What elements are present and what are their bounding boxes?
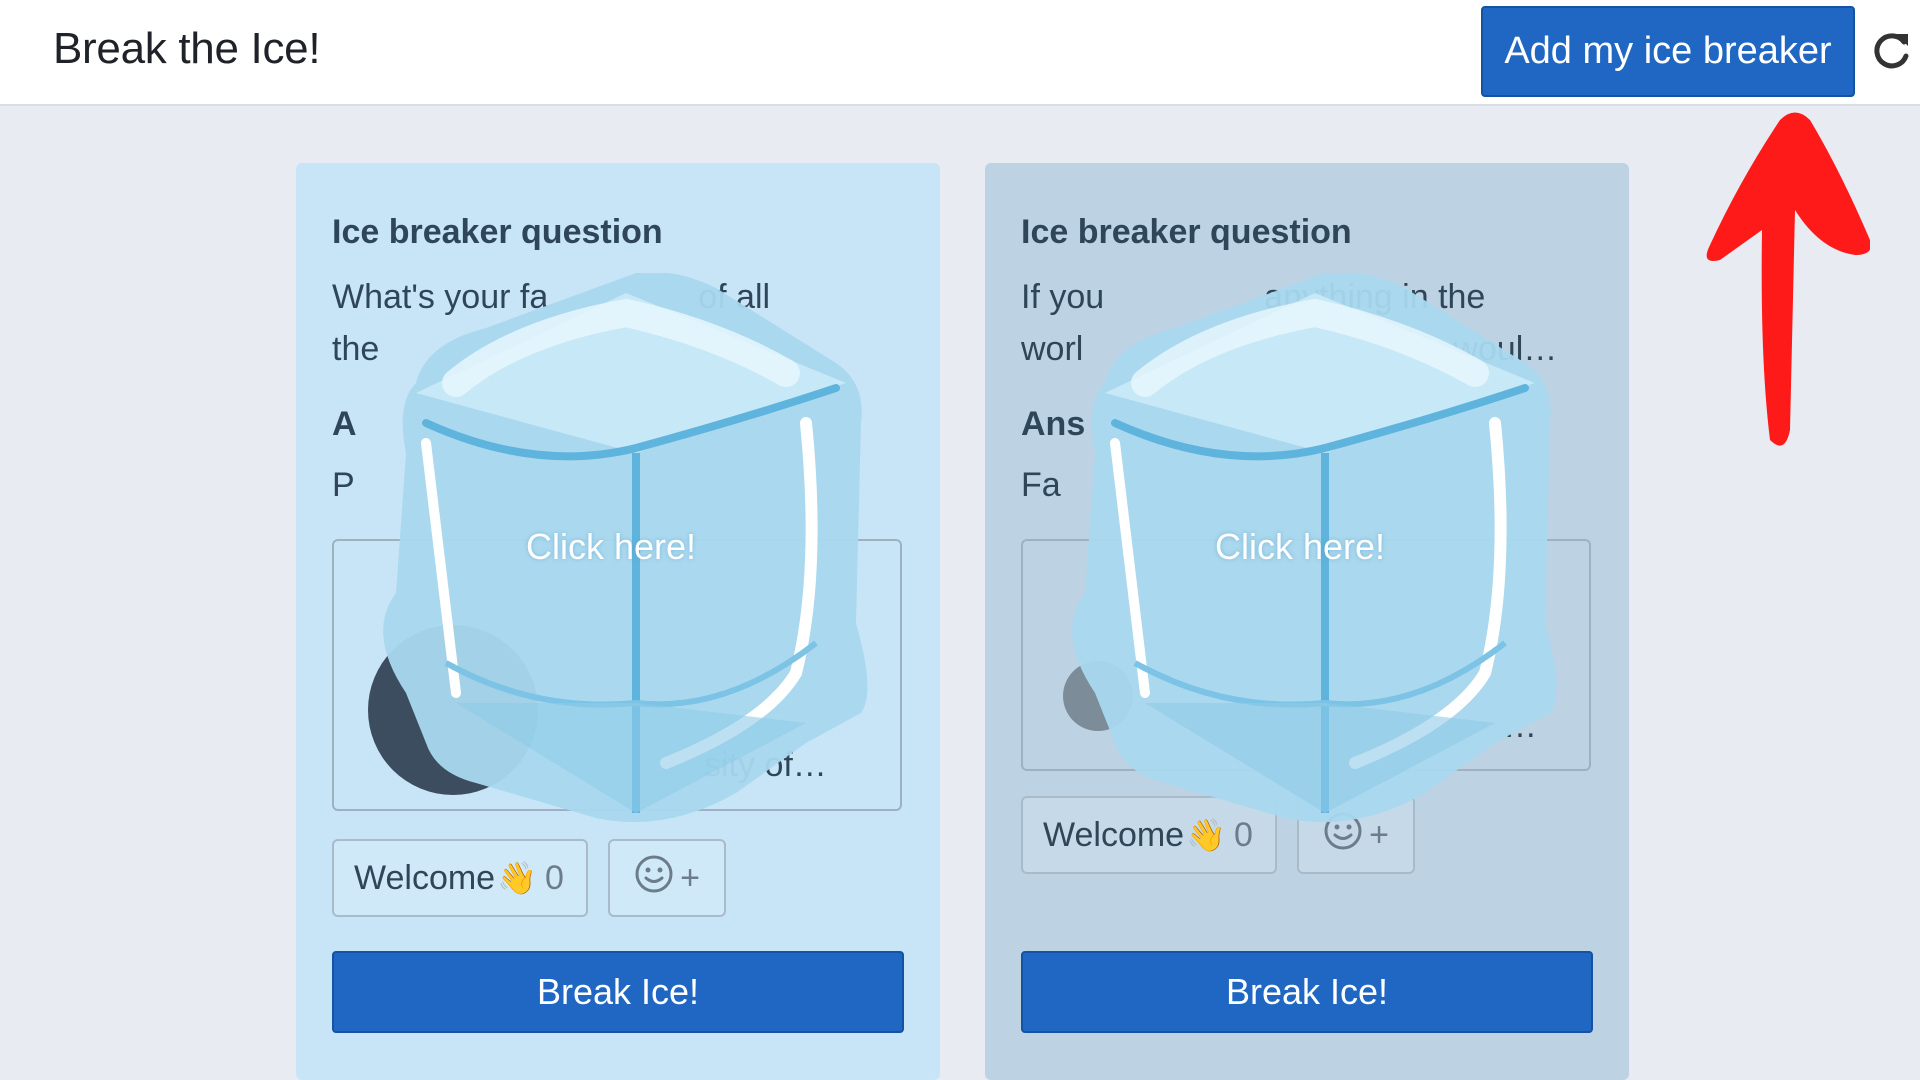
add-ice-breaker-button[interactable]: Add my ice breaker [1481, 6, 1855, 97]
add-reaction-button[interactable]: + [608, 839, 726, 917]
ice-cube-icon[interactable]: Click here! [336, 272, 886, 833]
refresh-icon[interactable] [1872, 30, 1912, 72]
reaction-count: 0 [544, 858, 564, 897]
red-arrow-annotation [1700, 110, 1871, 450]
click-here-label: Click here! [1214, 526, 1386, 567]
app-title: Break the Ice! [53, 24, 321, 73]
question-heading: Ice breaker question [1021, 213, 1352, 251]
reaction-label: Welcome [354, 858, 496, 897]
app: Break the Ice! Add my ice breaker Ice br… [0, 0, 1920, 1080]
plus-icon: + [680, 858, 700, 897]
top-bar: Break the Ice! Add my ice breaker [0, 0, 1920, 106]
question-heading: Ice breaker question [332, 213, 663, 251]
break-ice-button[interactable]: Break Ice! [332, 951, 904, 1033]
ice-breaker-card: Ice breaker question If youanything in t… [985, 163, 1629, 1080]
smiley-icon [634, 854, 674, 903]
ice-breaker-card: Ice breaker question What's your fa of al… [296, 163, 940, 1080]
break-ice-button[interactable]: Break Ice! [1021, 951, 1593, 1033]
ice-cube-icon[interactable]: Click here! [1025, 272, 1575, 833]
click-here-label: Click here! [525, 526, 697, 567]
welcome-reaction-button[interactable]: Welcome 👋 0 [332, 839, 588, 917]
waving-hand-icon: 👋 [497, 860, 537, 896]
